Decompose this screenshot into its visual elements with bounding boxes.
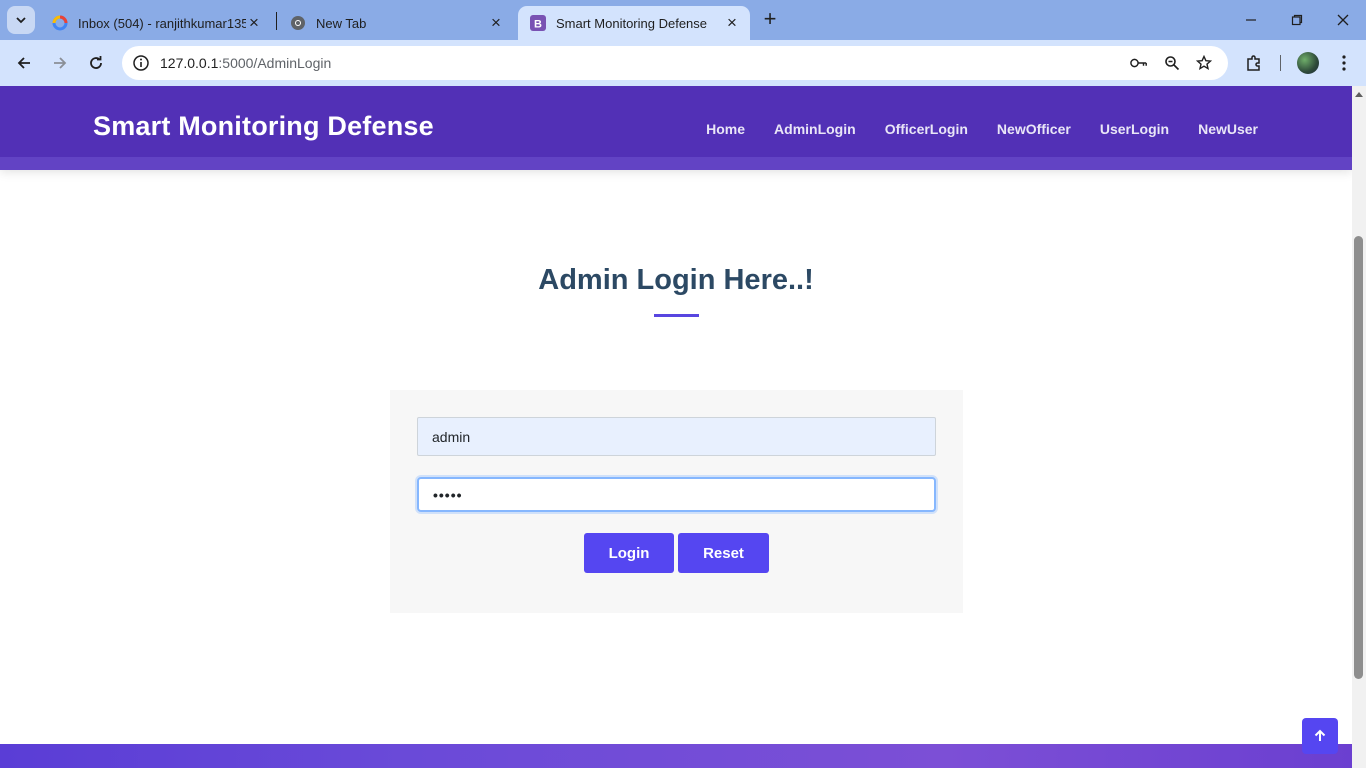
nav-new-officer[interactable]: NewOfficer xyxy=(997,121,1071,137)
address-bar[interactable]: 127.0.0.1:5000/AdminLogin xyxy=(122,46,1228,80)
restore-icon[interactable] xyxy=(1287,10,1307,30)
tab-title: Smart Monitoring Defense xyxy=(556,15,708,31)
reload-icon[interactable] xyxy=(84,51,108,75)
nav-officer-login[interactable]: OfficerLogin xyxy=(885,121,968,137)
key-icon[interactable] xyxy=(1130,54,1148,72)
title-underline xyxy=(654,314,699,317)
tab-inbox[interactable]: Inbox (504) - ranjithkumar1357… × xyxy=(40,6,272,40)
chevron-down-icon xyxy=(16,17,26,24)
browser-toolbar: 127.0.0.1:5000/AdminLogin xyxy=(0,40,1366,86)
tab-title: Inbox (504) - ranjithkumar1357… xyxy=(78,15,246,31)
close-tab-icon[interactable]: × xyxy=(246,14,262,31)
new-tab-button[interactable]: + xyxy=(759,8,781,31)
nav-home[interactable]: Home xyxy=(706,121,745,137)
main-nav: Home AdminLogin OfficerLogin NewOfficer … xyxy=(706,121,1258,137)
page-viewport: Smart Monitoring Defense Home AdminLogin… xyxy=(0,86,1352,768)
tab-new-tab[interactable]: New Tab × xyxy=(278,6,514,40)
url-text[interactable]: 127.0.0.1:5000/AdminLogin xyxy=(160,55,331,71)
back-arrow-icon[interactable] xyxy=(12,51,36,75)
profile-avatar[interactable] xyxy=(1297,52,1319,74)
menu-dots-icon[interactable] xyxy=(1333,52,1355,74)
chrome-icon xyxy=(290,15,306,31)
tab-separator xyxy=(276,12,277,30)
nav-user-login[interactable]: UserLogin xyxy=(1100,121,1169,137)
site-brand[interactable]: Smart Monitoring Defense xyxy=(93,111,434,142)
nav-new-user[interactable]: NewUser xyxy=(1198,121,1258,137)
minimize-icon[interactable] xyxy=(1241,10,1261,30)
header-strip xyxy=(0,157,1352,170)
reset-button[interactable]: Reset xyxy=(678,533,769,573)
username-input[interactable] xyxy=(417,417,936,456)
star-icon[interactable] xyxy=(1195,54,1213,72)
site-header: Smart Monitoring Defense Home AdminLogin… xyxy=(0,86,1352,170)
admin-login-form: Login Reset xyxy=(390,390,963,613)
close-window-icon[interactable] xyxy=(1333,10,1353,30)
scrollbar-thumb[interactable] xyxy=(1354,236,1363,679)
footer-band xyxy=(0,744,1352,768)
page-title: Admin Login Here..! xyxy=(538,264,814,296)
forward-arrow-icon[interactable] xyxy=(48,51,72,75)
gmail-icon xyxy=(52,15,68,31)
browser-tab-bar: Inbox (504) - ranjithkumar1357… × New Ta… xyxy=(0,0,1366,40)
extensions-icon[interactable] xyxy=(1243,52,1265,74)
scroll-up-arrow-icon[interactable] xyxy=(1352,88,1366,100)
back-to-top-button[interactable] xyxy=(1302,718,1338,754)
arrow-up-icon xyxy=(1314,729,1326,741)
tab-title: New Tab xyxy=(316,15,367,31)
close-tab-icon[interactable]: × xyxy=(724,14,740,31)
bootstrap-icon: B xyxy=(530,15,546,31)
url-path: :5000/AdminLogin xyxy=(218,55,332,71)
tab-search-button[interactable] xyxy=(7,6,35,34)
tab-smart-monitoring[interactable]: B Smart Monitoring Defense × xyxy=(518,6,750,40)
zoom-icon[interactable] xyxy=(1163,54,1181,72)
nav-admin-login[interactable]: AdminLogin xyxy=(774,121,856,137)
login-button[interactable]: Login xyxy=(584,533,674,573)
toolbar-divider xyxy=(1280,55,1281,71)
svg-text:B: B xyxy=(534,19,542,31)
close-tab-icon[interactable]: × xyxy=(488,14,504,31)
site-info-icon[interactable] xyxy=(132,54,150,72)
password-input[interactable] xyxy=(417,477,936,512)
url-host: 127.0.0.1 xyxy=(160,55,219,71)
